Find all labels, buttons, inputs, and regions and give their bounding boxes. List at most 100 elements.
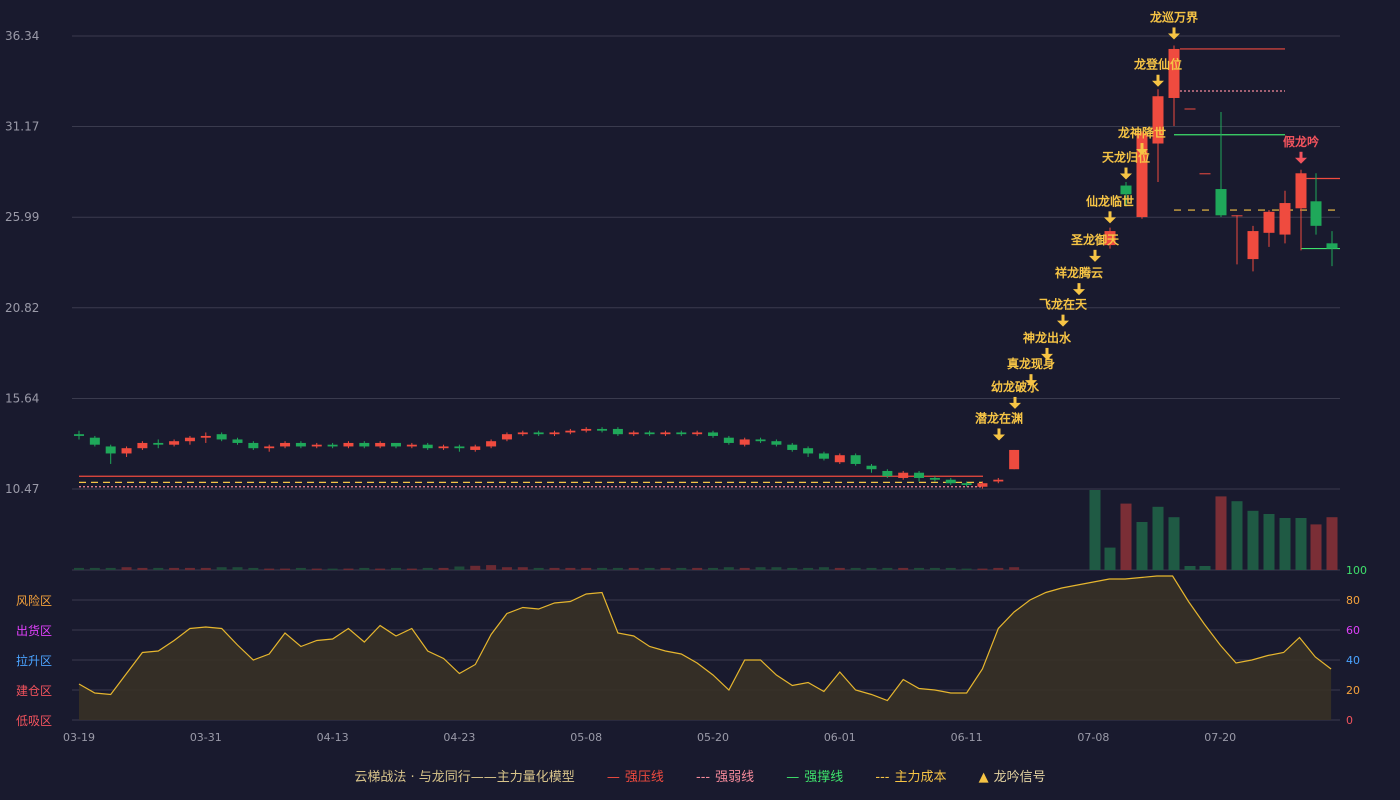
volume-bar — [486, 565, 497, 570]
candle-body — [454, 446, 465, 449]
candle-body — [327, 444, 338, 447]
volume-bar — [612, 567, 623, 570]
candle-body — [486, 441, 497, 447]
indicator-zone-label: 拉升区 — [16, 653, 52, 668]
candle-body — [264, 446, 275, 449]
volume-bar — [359, 567, 370, 570]
candle-body — [961, 483, 972, 485]
x-tick-label: 04-23 — [443, 731, 475, 744]
volume-bar — [454, 566, 465, 570]
volume-bar — [676, 567, 687, 570]
volume-bar — [1263, 514, 1275, 570]
legend-item-strong-pressure[interactable]: — 强压线 — [607, 766, 664, 785]
candle-body — [771, 441, 782, 445]
candle-body — [422, 444, 433, 449]
candle-body — [866, 465, 877, 470]
candle-body — [200, 435, 211, 438]
volume-bar — [438, 567, 449, 570]
legend-item-strong-weak[interactable]: --- 强弱线 — [696, 766, 754, 785]
volume-bar — [1136, 522, 1148, 570]
volume-bar — [1279, 518, 1291, 570]
candle-body — [295, 442, 306, 447]
candle-body — [723, 437, 734, 443]
volume-bar — [1152, 506, 1164, 570]
signal-label: 龙登仙位 — [1134, 57, 1182, 72]
volume-bar — [295, 567, 306, 570]
indicator-tick-label: 60 — [1346, 624, 1360, 637]
volume-bar — [866, 567, 877, 570]
x-tick-label: 07-08 — [1077, 731, 1109, 744]
candle-body — [628, 432, 639, 435]
volume-bar — [945, 567, 956, 570]
candle-body — [359, 442, 370, 447]
volume-bar — [739, 567, 750, 570]
volume-bar — [723, 567, 734, 570]
volume-bar — [1199, 566, 1211, 570]
indicator-tick-label: 80 — [1346, 594, 1360, 607]
legend-item-main-cost[interactable]: --- 主力成本 — [875, 766, 946, 785]
signal-arrow-head — [1152, 80, 1164, 87]
volume-bar — [137, 567, 148, 570]
volume-bar — [1247, 510, 1259, 570]
volume-bar — [1120, 503, 1132, 570]
candle-body — [977, 483, 988, 487]
candle-body — [834, 455, 845, 463]
chart-legend: 云梯战法 · 与龙同行——主力量化模型 — 强压线 --- 强弱线 — 强撑线 ---… — [0, 766, 1400, 785]
candle-body — [1310, 201, 1322, 226]
candle-body — [216, 434, 227, 440]
volume-bar — [74, 567, 84, 570]
candle-body — [1263, 211, 1275, 233]
volume-bar — [89, 567, 100, 570]
volume-bar — [660, 567, 671, 570]
candle-body — [1215, 189, 1227, 216]
volume-bar — [914, 567, 925, 570]
signal-label: 龙巡万界 — [1150, 9, 1198, 24]
volume-bar — [1009, 567, 1020, 570]
volume-bar — [1104, 547, 1116, 570]
volume-bar — [280, 568, 291, 570]
signal-arrow-head — [1057, 320, 1069, 327]
candle-body — [898, 472, 909, 478]
signal-label: 飞龙在天 — [1039, 297, 1088, 312]
volume-bar — [327, 568, 338, 570]
volume-bar — [1295, 518, 1307, 570]
candle-body — [1295, 173, 1307, 209]
candle-body — [121, 448, 132, 454]
candle-body — [280, 442, 291, 447]
volume-bar — [882, 567, 893, 570]
candle-body — [549, 432, 560, 435]
chart-root: 36.34 31.17 25.99 20.82 15.64 10.47 100 80 60 40 2… — [0, 0, 1400, 800]
volume-bar — [232, 567, 243, 570]
legend-item-signal[interactable]: ▲ 龙吟信号 — [979, 766, 1046, 785]
signal-arrow-head — [1073, 289, 1085, 296]
candle-body — [755, 439, 766, 442]
candle-body — [184, 437, 195, 442]
price-tick-label: 20.82 — [5, 301, 39, 315]
candle-body — [1326, 243, 1338, 249]
volume-bar — [1231, 501, 1243, 570]
signal-arrow-head — [1089, 255, 1101, 262]
candle-body — [708, 432, 718, 436]
indicator-tick-label: 20 — [1346, 684, 1360, 697]
legend-item-title: 云梯战法 · 与龙同行——主力量化模型 — [354, 770, 575, 785]
x-tick-label: 06-11 — [951, 731, 983, 744]
volume-bar — [470, 565, 481, 570]
volume-bar — [169, 567, 180, 570]
candle-body — [1279, 203, 1291, 235]
volume-bar — [850, 567, 861, 570]
price-tick-label: 15.64 — [5, 391, 39, 405]
candle-body — [1184, 108, 1196, 110]
volume-bar — [771, 567, 782, 570]
candle-body — [169, 441, 180, 445]
candle-body — [929, 477, 940, 480]
volume-bar — [105, 567, 116, 570]
candle-body — [914, 472, 925, 478]
volume-bar — [406, 568, 417, 570]
volume-bar — [755, 567, 766, 570]
legend-item-strong-support[interactable]: — 强撑线 — [786, 766, 843, 785]
volume-bar — [977, 568, 988, 570]
indicator-tick-label: 100 — [1346, 564, 1367, 577]
x-tick-label: 05-20 — [697, 731, 729, 744]
candle-body — [74, 434, 84, 436]
volume-bar — [692, 567, 703, 570]
